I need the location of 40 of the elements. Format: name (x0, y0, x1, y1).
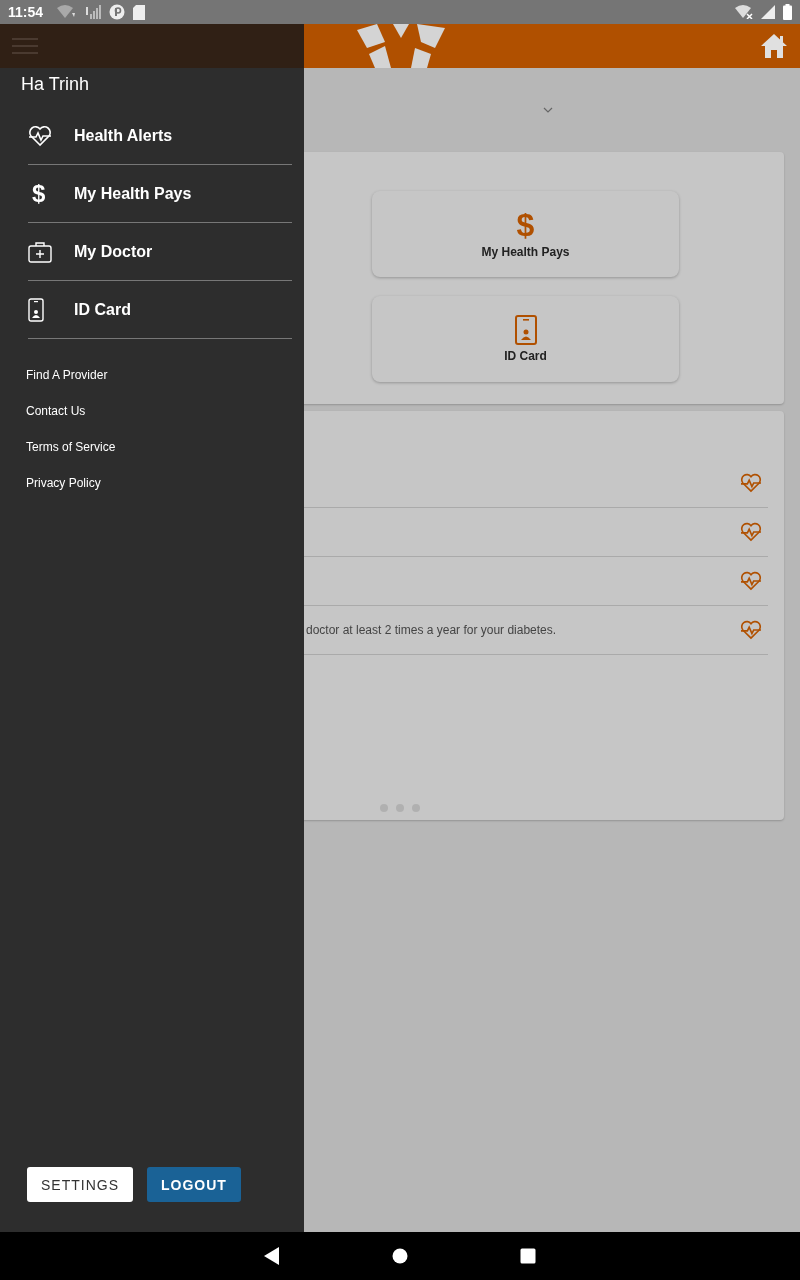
cell-signal-icon (761, 5, 775, 19)
wifi-question-icon (57, 5, 78, 19)
id-badge-icon (514, 315, 537, 345)
home-circle-icon[interactable] (392, 1248, 408, 1264)
signal-icon (85, 5, 102, 19)
recents-icon[interactable] (520, 1248, 536, 1264)
status-time: 11:54 (8, 4, 44, 20)
medical-bag-icon (28, 240, 52, 263)
heart-pulse-icon (740, 571, 762, 591)
feature-tile[interactable]: ID Card (372, 296, 679, 382)
tile-label: My Health Pays (481, 245, 570, 259)
back-icon[interactable] (264, 1247, 280, 1265)
heart-pulse-icon (740, 620, 762, 640)
drawer-link[interactable]: Terms of Service (26, 439, 116, 455)
sd-card-icon (133, 4, 146, 20)
heart-pulse-icon (740, 473, 762, 493)
logout-button[interactable]: LOGOUT (147, 1167, 241, 1202)
home-icon[interactable] (760, 33, 788, 59)
drawer-menu-item[interactable]: $ My Health Pays (28, 165, 292, 223)
drawer-user-name: Ha Trinh (21, 74, 91, 95)
drawer-link[interactable]: Contact Us (26, 403, 86, 419)
tile-label: ID Card (504, 349, 547, 363)
app-circle-icon (109, 4, 126, 20)
battery-icon (783, 4, 792, 20)
drawer-link[interactable]: Find A Provider (26, 367, 108, 383)
settings-button[interactable]: SETTINGS (27, 1167, 133, 1202)
drawer-link[interactable]: Privacy Policy (26, 475, 101, 491)
dollar-icon: $ (516, 209, 535, 241)
feature-tile[interactable]: $ My Health Pays (372, 191, 679, 277)
menu-icon[interactable] (12, 38, 38, 54)
heart-pulse-icon (740, 522, 762, 542)
chevron-down-icon[interactable] (543, 107, 553, 113)
wifi-off-icon (735, 5, 753, 19)
id-badge-icon (28, 297, 44, 322)
drawer-menu-item[interactable]: Health Alerts (28, 107, 292, 165)
drawer-menu-item[interactable]: ID Card (28, 281, 292, 339)
drawer-menu-item[interactable]: My Doctor (28, 223, 292, 281)
dollar-icon: $ (32, 181, 46, 206)
alert-text: doctor at least 2 times a year for your diabetes. (306, 623, 557, 637)
heart-pulse-icon (28, 124, 52, 147)
